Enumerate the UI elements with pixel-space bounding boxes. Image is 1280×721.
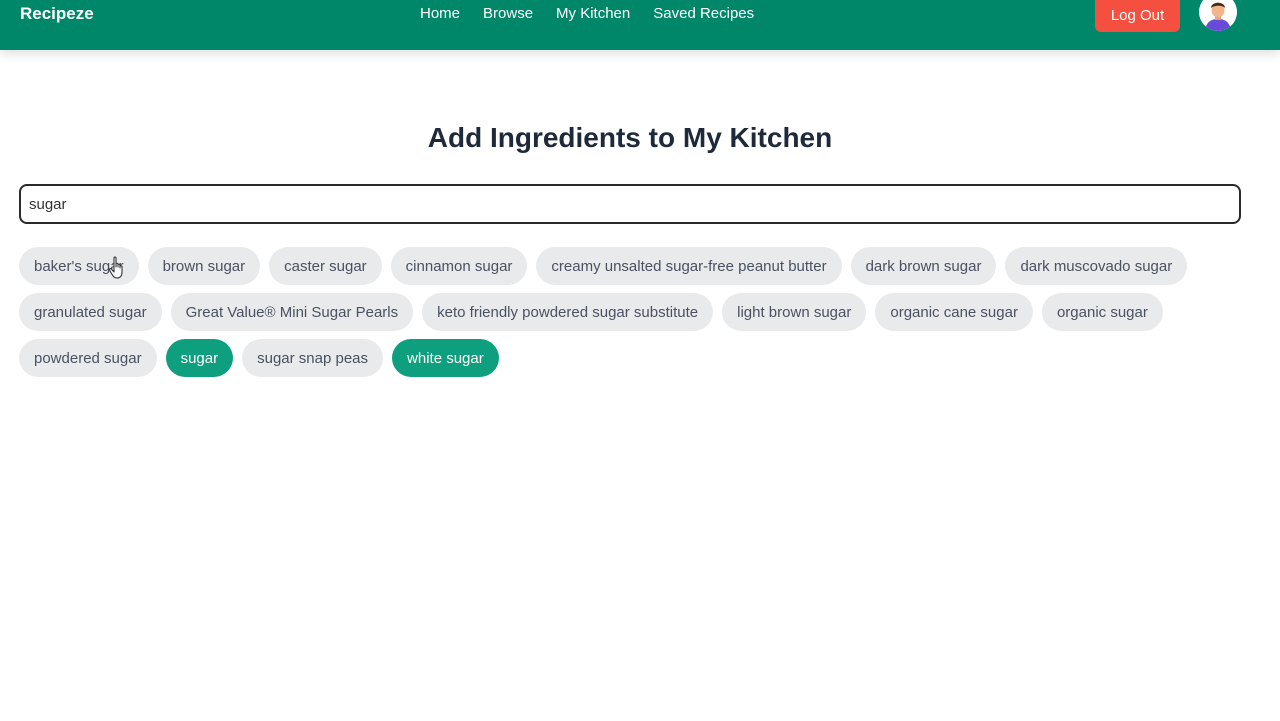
ingredient-chip[interactable]: baker's sugar bbox=[19, 247, 139, 285]
nav-saved-recipes[interactable]: Saved Recipes bbox=[653, 4, 754, 24]
chip-row: powdered sugar sugar sugar snap peas white … bbox=[19, 339, 1219, 377]
ingredient-chip[interactable]: powdered sugar bbox=[19, 339, 157, 377]
logout-button[interactable]: Log Out bbox=[1095, 0, 1180, 32]
ingredient-chip[interactable]: organic sugar bbox=[1041, 293, 1163, 331]
chip-row: baker's sugar brown sugar caster sugar cinn… bbox=[19, 247, 1219, 285]
ingredient-chip[interactable]: dark muscovado sugar bbox=[1005, 247, 1188, 285]
ingredient-suggestions: baker's sugar brown sugar caster sugar cinn… bbox=[19, 247, 1219, 385]
user-avatar-icon[interactable] bbox=[1199, 0, 1237, 31]
ingredient-chip[interactable]: cinnamon sugar bbox=[390, 247, 528, 285]
ingredient-chip[interactable]: Great Value® Mini Sugar Pearls bbox=[170, 293, 414, 331]
brand-logo[interactable]: Recipeze bbox=[20, 4, 94, 24]
chip-row: granulated sugar Great Value® Mini Sugar … bbox=[19, 293, 1219, 331]
ingredient-chip[interactable]: organic cane sugar bbox=[875, 293, 1033, 331]
ingredient-chip[interactable]: sugar snap peas bbox=[242, 339, 384, 377]
nav-home[interactable]: Home bbox=[420, 4, 460, 24]
ingredient-chip[interactable]: light brown sugar bbox=[722, 293, 867, 331]
nav-my-kitchen[interactable]: My Kitchen bbox=[556, 4, 630, 24]
ingredient-chip-selected[interactable]: white sugar bbox=[392, 339, 499, 377]
top-navbar: Recipeze Home Browse My Kitchen Saved Re… bbox=[0, 0, 1280, 50]
ingredient-chip-selected[interactable]: sugar bbox=[165, 339, 234, 377]
ingredient-chip[interactable]: brown sugar bbox=[147, 247, 261, 285]
ingredient-chip[interactable]: granulated sugar bbox=[19, 293, 162, 331]
nav-browse[interactable]: Browse bbox=[483, 4, 533, 24]
page-title: Add Ingredients to My Kitchen bbox=[427, 122, 833, 153]
ingredient-search-input[interactable] bbox=[19, 184, 1241, 224]
nav-links: Home Browse My Kitchen Saved Recipes bbox=[420, 4, 754, 24]
ingredient-chip[interactable]: caster sugar bbox=[269, 247, 382, 285]
ingredient-chip[interactable]: dark brown sugar bbox=[850, 247, 997, 285]
ingredient-chip[interactable]: creamy unsalted sugar-free peanut butter bbox=[536, 247, 842, 285]
ingredient-chip[interactable]: keto friendly powdered sugar substitute bbox=[422, 293, 714, 331]
